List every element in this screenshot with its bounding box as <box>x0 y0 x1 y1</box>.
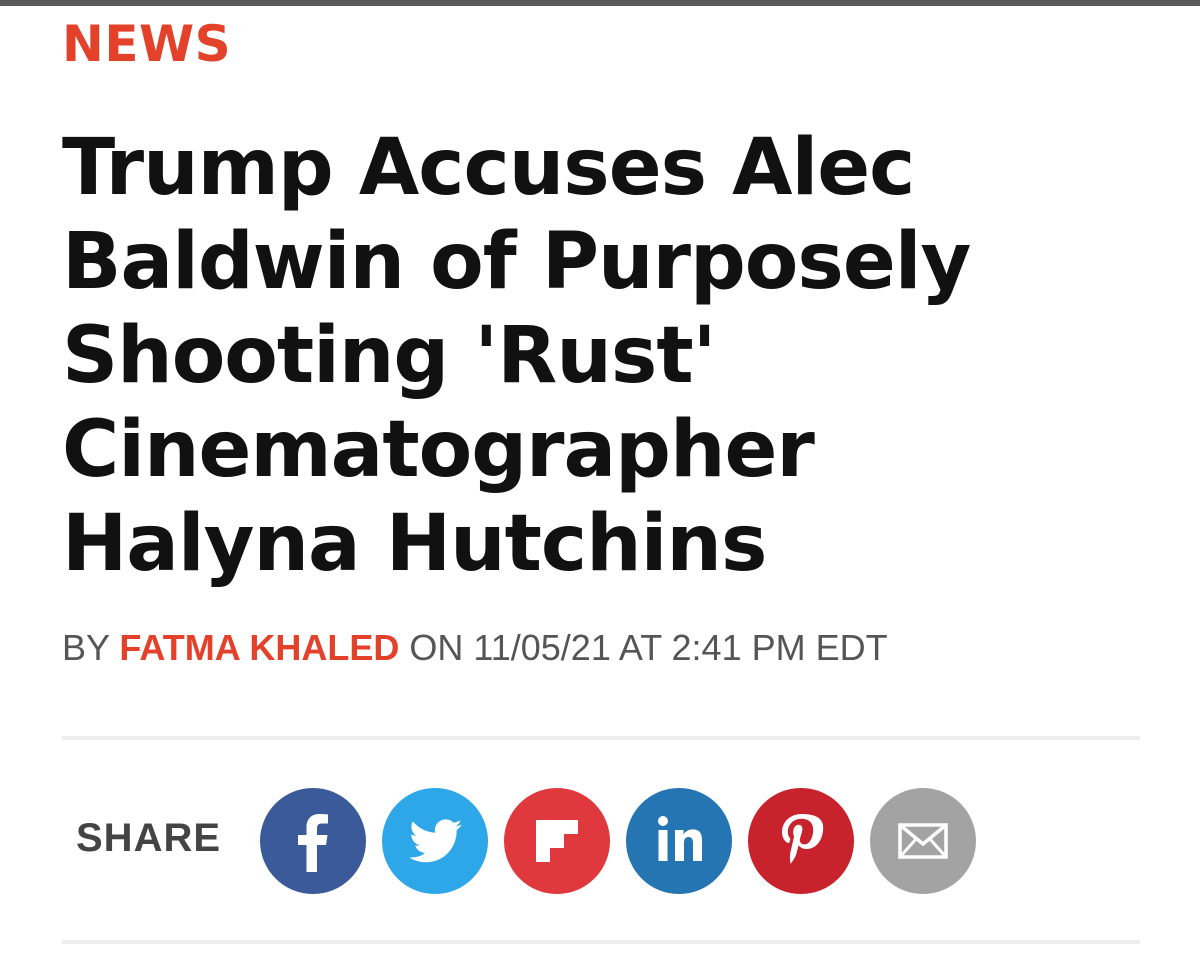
article-headline: Trump Accuses Alec Baldwin of Purposely … <box>62 121 1122 591</box>
pinterest-share-button[interactable] <box>748 788 854 894</box>
twitter-share-button[interactable] <box>382 788 488 894</box>
headline-line: Baldwin of Purposely <box>62 217 971 307</box>
byline-prefix: BY <box>62 627 110 668</box>
pinterest-icon <box>782 814 824 864</box>
linkedin-share-button[interactable] <box>626 788 732 894</box>
facebook-share-button[interactable] <box>260 788 366 894</box>
byline: BY FATMA KHALED ON 11/05/21 AT 2:41 PM E… <box>62 626 888 670</box>
email-share-button[interactable] <box>870 788 976 894</box>
divider <box>62 736 1140 740</box>
section-label[interactable]: NEWS <box>62 14 231 74</box>
twitter-icon <box>409 819 462 863</box>
author-link[interactable]: FATMA KHALED <box>119 627 399 668</box>
share-label: SHARE <box>76 816 222 860</box>
facebook-icon <box>298 814 328 872</box>
flipboard-share-button[interactable] <box>504 788 610 894</box>
mail-icon <box>898 823 948 859</box>
headline-line: Shooting 'Rust' <box>62 311 716 401</box>
flipboard-icon <box>536 820 578 862</box>
headline-line: Trump Accuses Alec <box>62 123 915 213</box>
top-border <box>0 0 1200 6</box>
byline-date: ON 11/05/21 AT 2:41 PM EDT <box>409 627 888 668</box>
linkedin-icon <box>658 816 702 861</box>
headline-line: Cinematographer <box>62 405 815 495</box>
headline-line: Halyna Hutchins <box>62 499 767 589</box>
divider <box>62 940 1140 944</box>
